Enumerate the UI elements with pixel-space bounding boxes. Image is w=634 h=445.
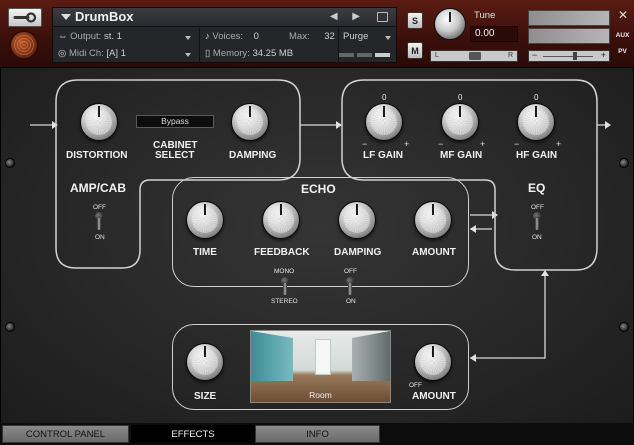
- echo-feedback-knob[interactable]: [262, 201, 300, 239]
- echo-amount-knob[interactable]: [414, 201, 452, 239]
- mf-gain-plus: +: [480, 139, 486, 149]
- reverb-room-image[interactable]: Room: [250, 330, 391, 403]
- tab-effects[interactable]: EFFECTS: [131, 425, 255, 443]
- eq-toggle[interactable]: [533, 212, 541, 230]
- echo-damping-label: DAMPING: [334, 247, 382, 258]
- echo-toggle-off-label: OFF: [344, 268, 357, 275]
- eq-toggle-on-label: ON: [532, 234, 542, 241]
- mf-gain-center: 0: [458, 93, 463, 102]
- hf-gain-center: 0: [534, 93, 539, 102]
- echo-damping-knob[interactable]: [338, 201, 376, 239]
- mf-gain-minus: −: [438, 139, 444, 149]
- eq-title: EQ: [528, 181, 546, 195]
- echo-time-label: TIME: [193, 247, 217, 258]
- echo-stereo-toggle[interactable]: [281, 277, 289, 295]
- echo-stereo-label: STEREO: [271, 298, 298, 305]
- lf-gain-plus: +: [404, 139, 410, 149]
- room-wall-left: [251, 331, 293, 381]
- reverb-amount-knob[interactable]: [414, 343, 452, 381]
- echo-toggle[interactable]: [346, 277, 354, 295]
- hf-gain-plus: +: [556, 139, 562, 149]
- lf-gain-center: 0: [382, 93, 387, 102]
- reverb-amount-label: AMOUNT: [412, 391, 456, 402]
- lf-gain-label: LF GAIN: [363, 150, 403, 161]
- hf-gain-label: HF GAIN: [516, 150, 558, 161]
- tab-info[interactable]: INFO: [255, 425, 380, 443]
- mf-gain-knob[interactable]: [441, 103, 479, 141]
- echo-feedback-label: FEEDBACK: [254, 247, 310, 258]
- echo-amount-label: AMOUNT: [412, 247, 456, 258]
- echo-time-knob[interactable]: [186, 201, 224, 239]
- room-door: [315, 339, 331, 375]
- hf-gain-minus: −: [514, 139, 520, 149]
- echo-toggle-on-label: ON: [346, 298, 356, 305]
- reverb-size-label: SIZE: [194, 391, 217, 402]
- mf-gain-label: MF GAIN: [440, 150, 483, 161]
- lf-gain-knob[interactable]: [365, 103, 403, 141]
- echo-title: ECHO: [301, 182, 336, 196]
- tab-control-panel[interactable]: CONTROL PANEL: [2, 425, 129, 443]
- tab-bar: CONTROL PANEL EFFECTS INFO: [0, 423, 634, 445]
- reverb-room-label: Room: [309, 390, 332, 400]
- room-wall-right: [352, 331, 390, 381]
- eq-toggle-off-label: OFF: [531, 204, 544, 211]
- reverb-amount-off-label: OFF: [409, 382, 422, 389]
- hf-gain-knob[interactable]: [517, 103, 555, 141]
- lf-gain-minus: −: [362, 139, 368, 149]
- echo-mono-label: MONO: [274, 268, 295, 275]
- reverb-size-knob[interactable]: [186, 343, 224, 381]
